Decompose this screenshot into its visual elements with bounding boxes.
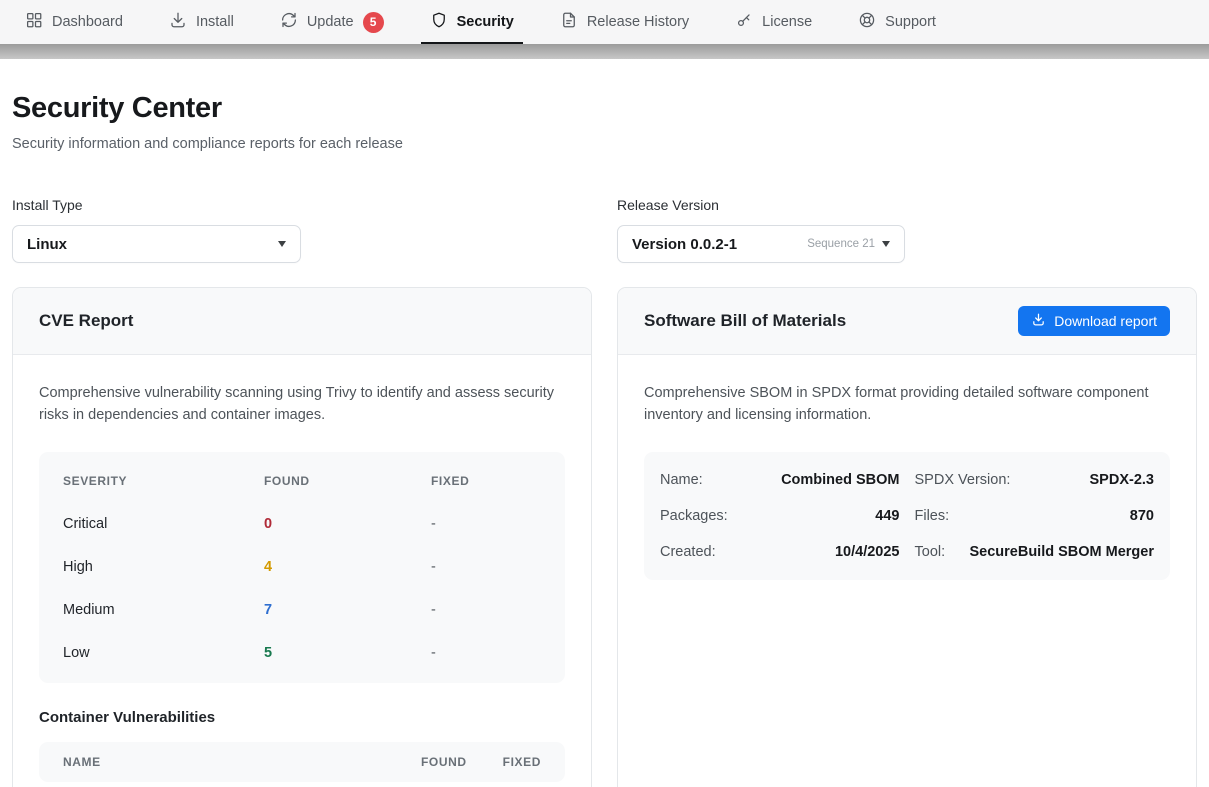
update-count-badge: 5	[363, 12, 384, 33]
column-header: FOUND	[421, 755, 467, 769]
cve-report-header: CVE Report	[13, 288, 591, 355]
fixed-count: -	[431, 516, 541, 532]
detail-label: Tool:	[915, 544, 946, 560]
download-icon	[169, 11, 187, 33]
column-header: FIXED	[431, 474, 541, 488]
column-header: NAME	[63, 755, 421, 769]
severity-label: Medium	[63, 602, 264, 618]
page-title: Security Center	[12, 92, 1197, 125]
nav-item-label: Support	[885, 14, 936, 30]
nav-item-install[interactable]: Install	[146, 0, 257, 44]
nav-item-release-history[interactable]: Release History	[537, 0, 712, 44]
sbom-title: Software Bill of Materials	[644, 311, 846, 331]
detail-label: Name:	[660, 472, 703, 488]
detail-value: Combined SBOM	[703, 472, 900, 488]
cve-report-title: CVE Report	[39, 311, 133, 331]
detail-label: Files:	[915, 508, 950, 524]
install-type-label: Install Type	[12, 197, 592, 213]
column-header: SEVERITY	[63, 474, 264, 488]
top-nav: Dashboard Install Update 5 Security Rele…	[0, 0, 1209, 44]
lifebuoy-icon	[858, 11, 876, 33]
table-row: Low 5 -	[63, 631, 541, 674]
detail-label: SPDX Version:	[915, 472, 1011, 488]
nav-item-label: Security	[457, 14, 514, 30]
found-count: 7	[264, 602, 431, 618]
release-version-select[interactable]: Version 0.0.2-1 Sequence 21	[617, 225, 905, 263]
sbom-card: Software Bill of Materials Download repo…	[617, 287, 1197, 787]
nav-item-label: Release History	[587, 14, 689, 30]
cve-report-description: Comprehensive vulnerability scanning usi…	[39, 383, 565, 426]
severity-label: Low	[63, 645, 264, 661]
page-subtitle: Security information and compliance repo…	[12, 136, 1197, 152]
severity-label: Critical	[63, 516, 264, 532]
found-count: 5	[264, 645, 431, 661]
release-version-value: Version 0.0.2-1	[632, 236, 737, 253]
table-row: Medium 7 -	[63, 588, 541, 631]
download-report-button[interactable]: Download report	[1018, 306, 1170, 336]
sbom-detail-row: Name: Combined SBOM SPDX Version: SPDX-2…	[660, 462, 1154, 498]
detail-value: 10/4/2025	[716, 544, 900, 560]
severity-label: High	[63, 559, 264, 575]
fixed-count: -	[431, 602, 541, 618]
nav-item-label: License	[762, 14, 812, 30]
sbom-header: Software Bill of Materials Download repo…	[618, 288, 1196, 355]
detail-label: Created:	[660, 544, 716, 560]
cards-row: CVE Report Comprehensive vulnerability s…	[12, 287, 1197, 787]
nav-item-label: Dashboard	[52, 14, 123, 30]
install-type-select[interactable]: Linux	[12, 225, 301, 263]
shield-icon	[430, 11, 448, 33]
download-icon	[1031, 312, 1046, 330]
detail-value: SPDX-2.3	[1010, 472, 1154, 488]
download-report-label: Download report	[1054, 313, 1157, 329]
sbom-details: Name: Combined SBOM SPDX Version: SPDX-2…	[644, 452, 1170, 580]
container-vulnerabilities-table-header: NAME FOUND FIXED	[39, 742, 565, 782]
nav-item-license[interactable]: License	[712, 0, 835, 44]
main-content: Security Center Security information and…	[0, 92, 1209, 787]
nav-item-dashboard[interactable]: Dashboard	[2, 0, 146, 44]
nav-item-label: Install	[196, 14, 234, 30]
table-row: Critical 0 -	[63, 502, 541, 545]
sequence-label: Sequence 21	[807, 238, 875, 250]
nav-item-update[interactable]: Update 5	[257, 0, 407, 44]
install-type-value: Linux	[27, 236, 67, 253]
detail-value: 449	[728, 508, 900, 524]
sbom-description: Comprehensive SBOM in SPDX format provid…	[644, 383, 1170, 426]
key-icon	[735, 11, 753, 33]
filters-row: Install Type Linux Release Version Versi…	[12, 197, 1197, 263]
found-count: 4	[264, 559, 431, 575]
found-count: 0	[264, 516, 431, 532]
table-row: High 4 -	[63, 545, 541, 588]
severity-table-header: SEVERITY FOUND FIXED	[63, 459, 541, 502]
nav-item-support[interactable]: Support	[835, 0, 959, 44]
cve-report-card: CVE Report Comprehensive vulnerability s…	[12, 287, 592, 787]
detail-value: SecureBuild SBOM Merger	[945, 544, 1154, 560]
column-header: FIXED	[503, 755, 541, 769]
nav-item-security[interactable]: Security	[407, 0, 537, 44]
detail-value: 870	[949, 508, 1154, 524]
fixed-count: -	[431, 645, 541, 661]
sbom-detail-row: Packages: 449 Files: 870	[660, 498, 1154, 534]
chevron-down-icon	[278, 241, 286, 247]
sbom-detail-row: Created: 10/4/2025 Tool: SecureBuild SBO…	[660, 534, 1154, 570]
page-top-divider	[0, 44, 1209, 59]
container-vulnerabilities-title: Container Vulnerabilities	[39, 709, 565, 726]
severity-table: SEVERITY FOUND FIXED Critical 0 - High 4…	[39, 452, 565, 683]
release-version-label: Release Version	[617, 197, 1197, 213]
refresh-icon	[280, 11, 298, 33]
column-header: FOUND	[264, 474, 431, 488]
nav-item-label: Update	[307, 14, 354, 30]
detail-label: Packages:	[660, 508, 728, 524]
document-icon	[560, 11, 578, 33]
dashboard-grid-icon	[25, 11, 43, 33]
fixed-count: -	[431, 559, 541, 575]
chevron-down-icon	[882, 241, 890, 247]
